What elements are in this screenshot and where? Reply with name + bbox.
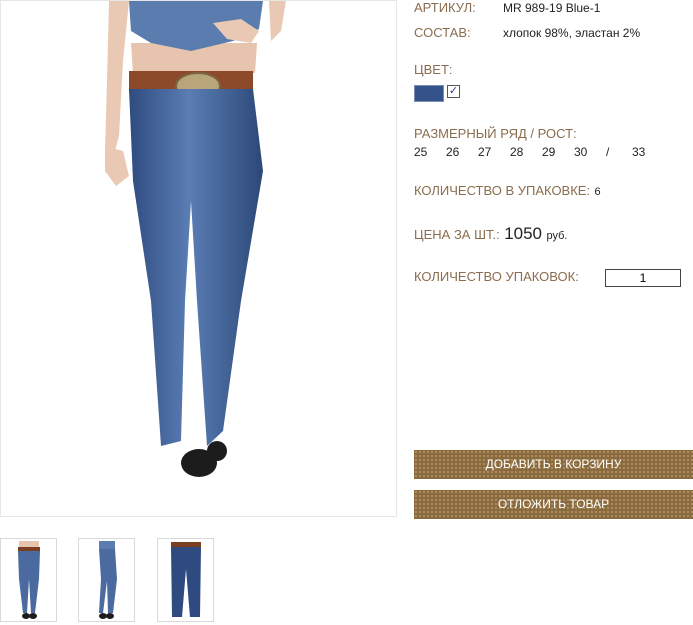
postpone-button[interactable]: ОТЛОЖИТЬ ТОВАР [414, 490, 693, 519]
pack-quantity-row: КОЛИЧЕСТВО В УПАКОВКЕ: 6 [414, 182, 601, 200]
size-item: 30 [574, 145, 588, 159]
color-checkbox[interactable]: ✓ [447, 85, 460, 98]
price-row: ЦЕНА ЗА ШТ.: 1050 руб. [414, 224, 567, 244]
article-value: MR 989-19 Blue-1 [503, 1, 601, 15]
packs-count-input[interactable] [605, 269, 681, 287]
thumbnail-side[interactable] [78, 538, 135, 622]
color-label: ЦВЕТ: [414, 62, 453, 77]
main-product-photo [0, 0, 397, 517]
price-value: 1050 [504, 224, 543, 243]
composition-label: СОСТАВ: [414, 25, 471, 40]
thumbnail-flat[interactable] [157, 538, 214, 622]
size-item: 26 [446, 145, 460, 159]
thumbnail-front-image [18, 541, 40, 619]
size-item: 29 [542, 145, 556, 159]
size-item: 27 [478, 145, 492, 159]
add-to-cart-button[interactable]: ДОБАВИТЬ В КОРЗИНУ [414, 450, 693, 479]
price-label: ЦЕНА ЗА ШТ.: [414, 227, 500, 242]
sizes-label: РАЗМЕРНЫЙ РЯД / РОСТ: [414, 126, 577, 141]
size-item: 28 [510, 145, 524, 159]
price-unit: руб. [546, 230, 568, 242]
packs-count-label: КОЛИЧЕСТВО УПАКОВОК: [414, 269, 579, 284]
size-item: 33 [632, 145, 646, 159]
size-item: 25 [414, 145, 428, 159]
thumbnail-flat-image [171, 542, 201, 617]
article-label: АРТИКУЛ: [414, 0, 476, 15]
jeans-model-image [105, 1, 286, 477]
thumbnail-side-image [99, 541, 117, 619]
thumbnail-front[interactable] [0, 538, 57, 622]
size-separator: / [606, 145, 610, 159]
pack-quantity-label: КОЛИЧЕСТВО В УПАКОВКЕ: [414, 183, 591, 198]
color-swatch-blue[interactable] [414, 85, 444, 102]
pack-quantity-value: 6 [594, 186, 601, 198]
composition-value: хлопок 98%, эластан 2% [503, 26, 641, 40]
size-list: 25 26 27 28 29 30 / 33 [414, 145, 664, 159]
